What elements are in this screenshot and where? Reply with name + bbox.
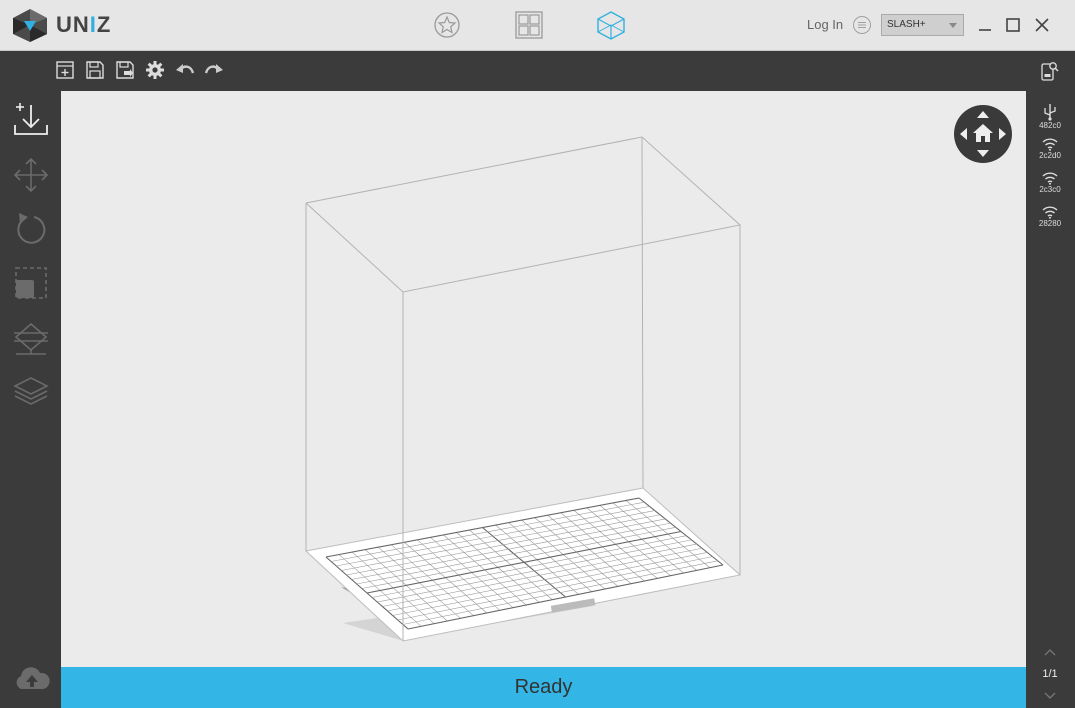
connection-label: 28280 bbox=[1038, 219, 1062, 228]
status-bar: Ready bbox=[61, 667, 1026, 708]
connection-label: 2c3c0 bbox=[1039, 185, 1061, 194]
printer-select-value: SLASH+ bbox=[887, 19, 926, 30]
close-icon[interactable] bbox=[1033, 16, 1051, 34]
favorites-mode-icon[interactable] bbox=[432, 10, 462, 40]
usb-icon bbox=[1044, 104, 1056, 121]
wifi-icon bbox=[1042, 206, 1058, 219]
save-as-icon[interactable] bbox=[115, 60, 135, 80]
view-navigation-pad[interactable] bbox=[954, 105, 1012, 163]
rotate-icon[interactable] bbox=[12, 211, 50, 249]
minimize-icon[interactable] bbox=[976, 16, 994, 34]
connection-wifi[interactable]: 2c2d0 bbox=[1034, 137, 1066, 160]
cloud-upload-icon[interactable] bbox=[13, 665, 51, 693]
printer-select[interactable]: SLASH+ bbox=[881, 14, 964, 36]
move-icon[interactable] bbox=[12, 156, 50, 194]
import-icon[interactable] bbox=[12, 101, 50, 139]
chevron-down-icon bbox=[949, 23, 957, 28]
uniz-logo-icon bbox=[13, 9, 47, 42]
connection-usb[interactable]: 482c0 bbox=[1034, 103, 1066, 130]
build-volume-scene bbox=[304, 136, 742, 642]
redo-icon[interactable] bbox=[204, 60, 224, 80]
page-indicator: 1/1 bbox=[1042, 668, 1058, 680]
connection-label: 482c0 bbox=[1039, 121, 1061, 130]
slice-layers-icon[interactable] bbox=[12, 372, 50, 410]
maximize-icon[interactable] bbox=[1004, 16, 1022, 34]
wifi-icon bbox=[1042, 172, 1058, 185]
connection-wifi[interactable]: 2c3c0 bbox=[1034, 171, 1066, 194]
chevron-down-icon[interactable] bbox=[1043, 691, 1057, 701]
connection-label: 2c2d0 bbox=[1039, 151, 1061, 160]
printer-search-icon[interactable] bbox=[1039, 60, 1059, 82]
connection-wifi[interactable]: 28280 bbox=[1034, 205, 1066, 228]
new-project-icon[interactable] bbox=[55, 60, 75, 80]
undo-icon[interactable] bbox=[175, 60, 195, 80]
menu-icon[interactable] bbox=[852, 15, 872, 35]
scale-icon[interactable] bbox=[12, 265, 50, 303]
support-icon[interactable] bbox=[12, 318, 50, 356]
status-text: Ready bbox=[514, 676, 573, 698]
chevron-up-icon[interactable] bbox=[1043, 647, 1057, 657]
grid-mode-icon[interactable] bbox=[514, 10, 544, 40]
3d-view-mode-icon[interactable] bbox=[596, 10, 626, 40]
wifi-icon bbox=[1042, 138, 1058, 151]
app-logo-text: UNIZ bbox=[56, 12, 112, 37]
3d-viewport[interactable] bbox=[61, 91, 1026, 667]
title-bar: UNIZ Log In SLASH+ bbox=[0, 0, 1075, 51]
settings-gear-icon[interactable] bbox=[145, 60, 165, 80]
login-link[interactable]: Log In bbox=[807, 17, 843, 32]
save-icon[interactable] bbox=[85, 60, 105, 80]
